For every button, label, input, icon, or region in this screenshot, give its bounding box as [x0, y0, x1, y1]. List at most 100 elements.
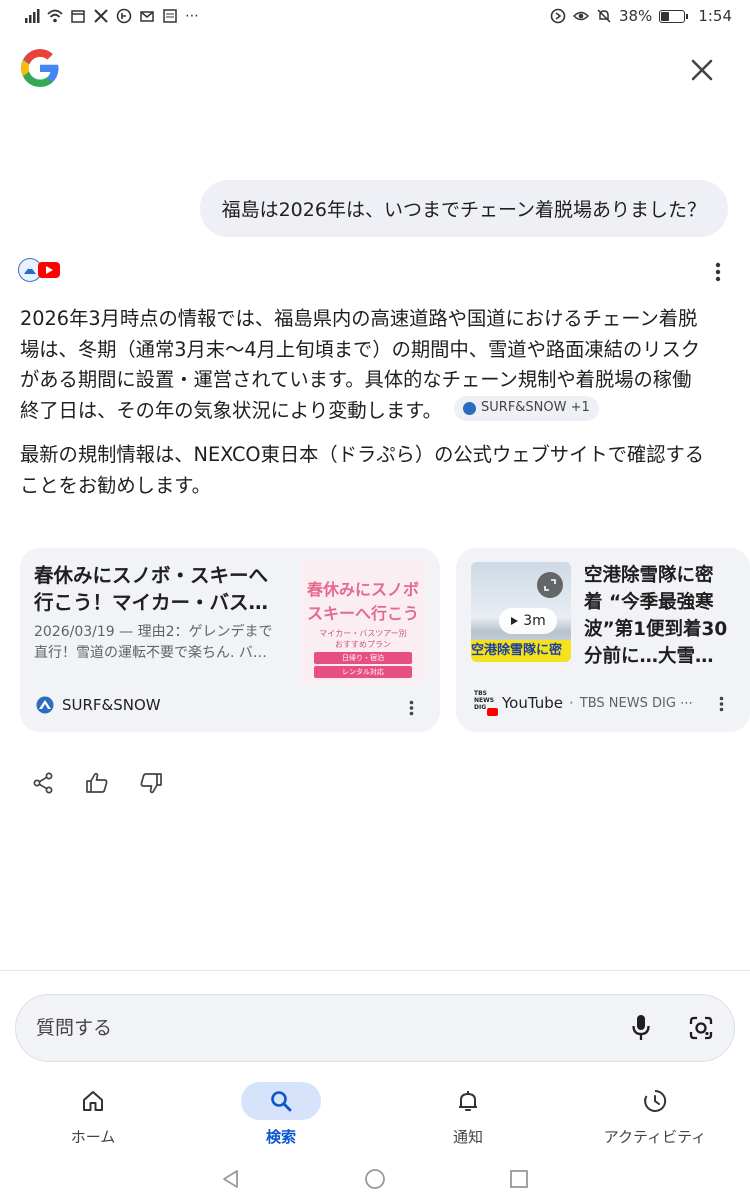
- card-more-button[interactable]: [401, 696, 421, 720]
- system-navigation: [0, 1158, 750, 1200]
- separator-dot: ·: [569, 694, 574, 712]
- video-caption: 空港除雪隊に密: [471, 640, 571, 662]
- tbs-logo-line: NEWS: [474, 697, 495, 704]
- surf-snow-logo-icon: [36, 696, 54, 714]
- answer-more-options-button[interactable]: [706, 260, 730, 284]
- card-title-line: 空港除雪隊に密: [584, 565, 714, 586]
- recents-button[interactable]: [506, 1166, 532, 1192]
- card-source-name: SURF&SNOW: [62, 696, 161, 714]
- voice-input-button[interactable]: [626, 1012, 656, 1044]
- user-query-text: 福島は2026年は、いつまでチェーン着脱場ありました？: [221, 199, 706, 221]
- close-icon: [691, 59, 713, 81]
- status-right: 38% 1:54: [550, 7, 732, 25]
- news-notification-icon: [163, 9, 177, 23]
- nav-item-activity[interactable]: アクティビティ: [580, 1082, 730, 1152]
- search-icon: [271, 1091, 292, 1112]
- source-card-youtube[interactable]: 3m 空港除雪隊に密 空港除雪隊に密 着 “今季最強寒 波”第1便到着30 分前…: [456, 548, 750, 732]
- thumb-text: おすすめプラン: [335, 640, 391, 649]
- microphone-icon: [632, 1015, 650, 1040]
- home-circle-icon: [365, 1169, 385, 1189]
- calendar-icon: [71, 10, 85, 23]
- google-lens-button[interactable]: [686, 1012, 716, 1044]
- answer-line: ことをお勧めします。: [20, 473, 211, 497]
- mute-icon: [597, 9, 611, 23]
- eye-comfort-icon: [572, 11, 589, 21]
- nav-label: 検索: [265, 1128, 296, 1146]
- surf-snow-chip-icon: [463, 401, 477, 415]
- play-icon: [511, 617, 519, 625]
- source-chip[interactable]: SURF&SNOW +1: [454, 395, 599, 421]
- nav-item-notifications[interactable]: 通知: [393, 1082, 543, 1152]
- answer-actions: [30, 770, 164, 796]
- battery-icon: [659, 9, 689, 23]
- activity-icon: [644, 1089, 667, 1112]
- thumb-text: 日帰り・宿泊: [342, 654, 384, 662]
- nav-icon-container: [428, 1082, 508, 1120]
- app-notification-icon: [116, 8, 132, 24]
- ask-bar: [15, 994, 735, 1062]
- home-system-button[interactable]: [362, 1166, 388, 1192]
- card-snippet-line: 直行！雪道の運転不要で楽ちん. バ…: [34, 645, 267, 661]
- card-title-line: 春休みにスノボ・スキーへ: [34, 564, 269, 587]
- nav-icon-container: [53, 1082, 133, 1120]
- thumbs-up-button[interactable]: [84, 770, 110, 796]
- card-date: 2026/03/19: [34, 624, 115, 640]
- back-button[interactable]: [218, 1166, 244, 1192]
- status-left: ⋯: [24, 8, 199, 24]
- nav-item-home[interactable]: ホーム: [18, 1082, 168, 1152]
- nav-item-search[interactable]: 検索: [206, 1082, 356, 1152]
- back-triangle-icon: [223, 1170, 238, 1188]
- ai-answer: 2026年3月時点の情報では、福島県内の高速道路や国道におけるチェーン着脱 場は…: [20, 304, 732, 515]
- status-bar: ⋯ 38% 1:54: [0, 0, 750, 32]
- nav-label: 通知: [452, 1128, 483, 1146]
- bottom-navigation: ホーム 検索 通知 アクティビティ: [0, 1076, 750, 1156]
- thumb-text: マイカー・バスツアー別: [319, 629, 407, 638]
- card-title-line: 分前に…大雪…: [584, 646, 714, 667]
- card-snippet: 2026/03/19 — 理由2：ゲレンデまで 直行！雪道の運転不要で楽ちん. …: [34, 622, 294, 664]
- answer-line: 場は、冬期（通常3月末〜4月上旬頃まで）の期間中、雪道や路面凍結のリスク: [20, 337, 701, 361]
- wifi-icon: [47, 9, 63, 23]
- card-more-button[interactable]: [711, 692, 731, 716]
- share-button[interactable]: [30, 770, 56, 796]
- google-logo[interactable]: [18, 46, 62, 90]
- recents-square-icon: [510, 1170, 528, 1188]
- nav-icon-container: [615, 1082, 695, 1120]
- tbs-news-dig-logo: TBS NEWS DIG: [474, 690, 498, 716]
- battery-level: [661, 11, 669, 21]
- more-vert-icon: [719, 696, 723, 712]
- mail-notification-icon: [140, 11, 154, 22]
- close-button[interactable]: [684, 52, 720, 88]
- card-title-line: 着 “今季最強寒: [584, 592, 714, 613]
- bell-icon: [459, 1091, 477, 1111]
- card-channel-name: TBS NEWS DIG ⋯: [579, 695, 694, 711]
- answer-paragraph-2: 最新の規制情報は、NEXCO東日本（ドラぷら）の公式ウェブサイトで確認する こと…: [20, 440, 732, 501]
- answer-line: 最新の規制情報は、NEXCO東日本（ドラぷら）の公式ウェブサイトで確認する: [20, 443, 705, 466]
- thumbs-down-button[interactable]: [138, 770, 164, 796]
- nav-icon-container: [241, 1082, 321, 1120]
- home-icon: [83, 1091, 103, 1111]
- expand-icon: [544, 579, 556, 591]
- youtube-badge-icon: [487, 708, 498, 716]
- header: [0, 40, 750, 100]
- expand-button[interactable]: [537, 572, 563, 598]
- data-saver-icon: [550, 8, 566, 24]
- answer-paragraph-1: 2026年3月時点の情報では、福島県内の高速道路や国道におけるチェーン着脱 場は…: [20, 304, 732, 426]
- share-icon: [33, 772, 53, 794]
- nav-label: ホーム: [70, 1128, 116, 1146]
- source-card-surf-snow[interactable]: 春休みにスノボ・スキーへ 行こう！マイカー・バス… 2026/03/19 — 理…: [20, 548, 440, 732]
- nav-label: アクティビティ: [603, 1128, 707, 1146]
- youtube-source-icon: [38, 262, 60, 278]
- answer-sources[interactable]: [18, 258, 60, 282]
- tbs-logo-line: TBS: [474, 690, 487, 697]
- video-thumbnail: 3m 空港除雪隊に密: [471, 562, 571, 662]
- signal-icon: [25, 9, 40, 23]
- clock: 1:54: [698, 7, 732, 25]
- divider: [0, 970, 750, 971]
- battery-percent: 38%: [618, 7, 653, 25]
- thumbs-up-icon: [86, 772, 108, 793]
- answer-line: がある期間に設置・運営されています。具体的なチェーン規制や着脱場の稼働: [20, 368, 692, 391]
- thumb-text: レンタル対応: [342, 668, 384, 676]
- thumbs-down-icon: [140, 773, 162, 794]
- thumb-text: スキーへ行こう: [306, 604, 419, 623]
- ask-input[interactable]: [36, 995, 596, 1061]
